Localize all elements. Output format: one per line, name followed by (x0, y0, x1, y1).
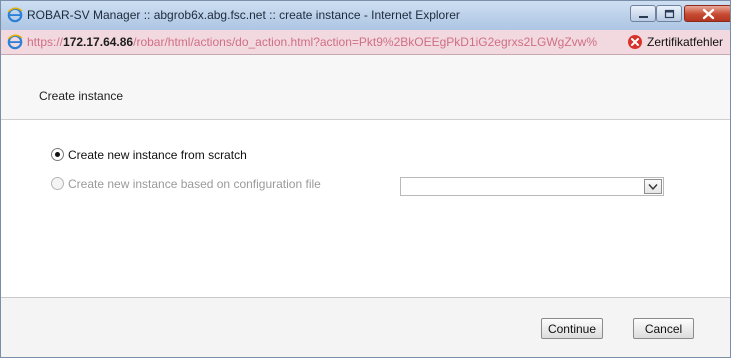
maximize-icon (664, 9, 675, 19)
dialog-footer: Continue Cancel (1, 297, 730, 357)
dialog-header: Create instance (1, 55, 730, 120)
ie-icon (7, 7, 23, 23)
from-config-file-label: Create new instance based on configurati… (68, 177, 321, 191)
url-scheme: https:// (27, 35, 64, 49)
from-scratch-radio[interactable] (51, 148, 64, 161)
url-host: 172.17.64.86 (63, 35, 134, 49)
browser-window: ROBAR-SV Manager :: abgrob6x.abg.fsc.net… (0, 0, 731, 358)
minimize-button[interactable] (630, 5, 656, 22)
config-file-select[interactable] (400, 177, 664, 196)
continue-button[interactable]: Continue (541, 318, 603, 339)
address-bar[interactable]: https://172.17.64.86/robar/html/actions/… (1, 30, 730, 55)
close-icon (702, 8, 715, 20)
window-title: ROBAR-SV Manager :: abgrob6x.abg.fsc.net… (27, 8, 460, 22)
cancel-button[interactable]: Cancel (633, 318, 694, 339)
url-path: /robar/html/actions/do_action.html?actio… (133, 35, 597, 49)
from-scratch-label: Create new instance from scratch (68, 148, 247, 162)
from-config-file-radio[interactable] (51, 177, 64, 190)
url-field[interactable]: https://172.17.64.86/robar/html/actions/… (27, 35, 617, 49)
close-button[interactable] (684, 5, 730, 22)
dialog-title: Create instance (39, 89, 124, 103)
ie-icon (7, 34, 23, 50)
chevron-down-icon (648, 184, 658, 191)
maximize-button[interactable] (656, 5, 682, 22)
minimize-icon (639, 16, 648, 18)
certificate-error-icon (628, 35, 642, 49)
config-file-dropdown-button[interactable] (644, 179, 662, 194)
title-bar: ROBAR-SV Manager :: abgrob6x.abg.fsc.net… (1, 1, 730, 30)
dialog-body: Create new instance from scratch Create … (1, 120, 730, 297)
certificate-error-label: Zertifikatfehler (647, 35, 724, 49)
